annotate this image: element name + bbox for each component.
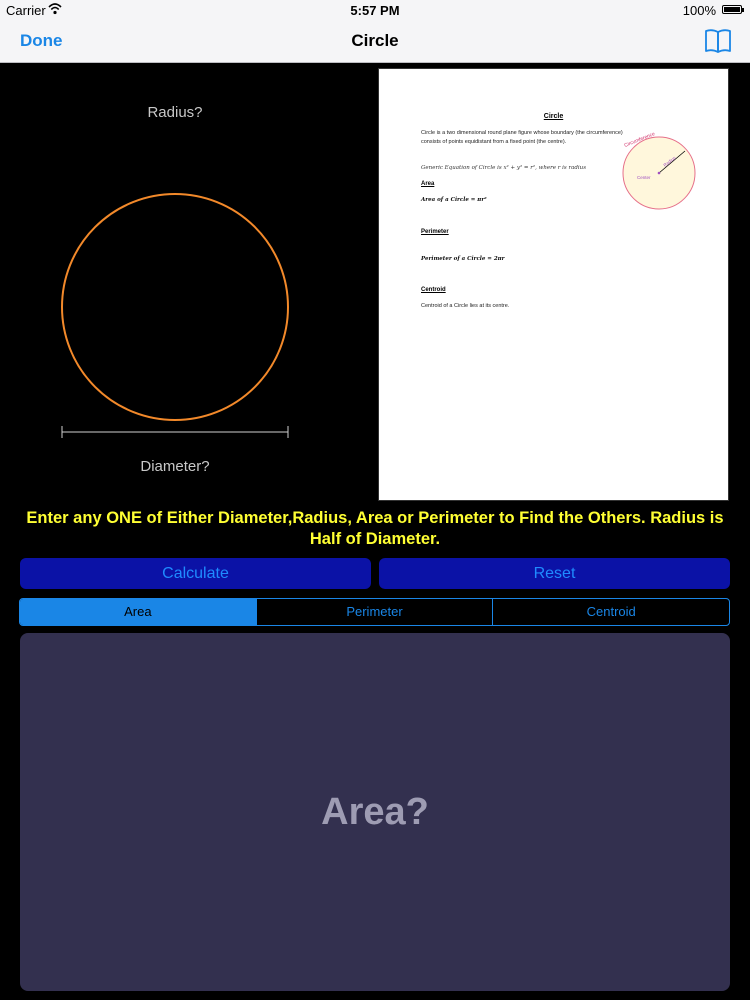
doc-description: Circle is a two dimensional round plane … — [421, 130, 623, 145]
page-title: Circle — [351, 31, 399, 50]
navigation-bar: Done Circle — [0, 20, 750, 63]
status-bar: Carrier 5:57 PM 100% — [0, 0, 750, 20]
status-time: 5:57 PM — [350, 3, 400, 18]
reference-document: Circle Circle is a two dimensional round… — [378, 68, 729, 501]
segmented-control: Area Perimeter Centroid — [19, 598, 730, 626]
tab-area[interactable]: Area — [20, 599, 257, 625]
circle-reference-figure: Circumference Radius Center — [622, 131, 696, 210]
tab-perimeter[interactable]: Perimeter — [257, 599, 494, 625]
done-button[interactable]: Done — [20, 31, 63, 51]
instruction-text: Enter any ONE of Either Diameter,Radius,… — [26, 509, 724, 548]
battery-icon — [722, 5, 744, 14]
doc-title: Circle — [543, 113, 564, 120]
doc-perimeter-formula: Perimeter of a Circle = 2πr — [421, 256, 505, 262]
battery-percent: 100% — [682, 3, 716, 18]
figure-center-label: Center — [637, 175, 651, 180]
circle-shape — [61, 193, 289, 421]
circle-diagram — [61, 193, 289, 438]
diameter-measure-line — [61, 426, 289, 438]
calculate-button[interactable]: Calculate — [20, 558, 371, 589]
doc-centroid-text: Centroid of a Circle lies at its centre. — [421, 303, 510, 309]
doc-generic-equation: Generic Equation of Circle is x² + y² = … — [421, 165, 587, 171]
doc-area-heading: Area — [421, 181, 435, 187]
radius-prompt[interactable]: Radius? — [75, 104, 275, 121]
reset-button[interactable]: Reset — [379, 558, 730, 589]
doc-centroid-heading: Centroid — [421, 287, 446, 293]
area-input-prompt[interactable]: Area? — [20, 791, 730, 834]
result-panel: Area? — [20, 633, 730, 991]
doc-perimeter-heading: Perimeter — [421, 229, 449, 235]
tab-centroid[interactable]: Centroid — [493, 599, 729, 625]
book-icon[interactable] — [704, 28, 732, 54]
doc-area-formula: Area of a Circle = πr² — [421, 197, 487, 203]
diameter-prompt[interactable]: Diameter? — [75, 458, 275, 475]
